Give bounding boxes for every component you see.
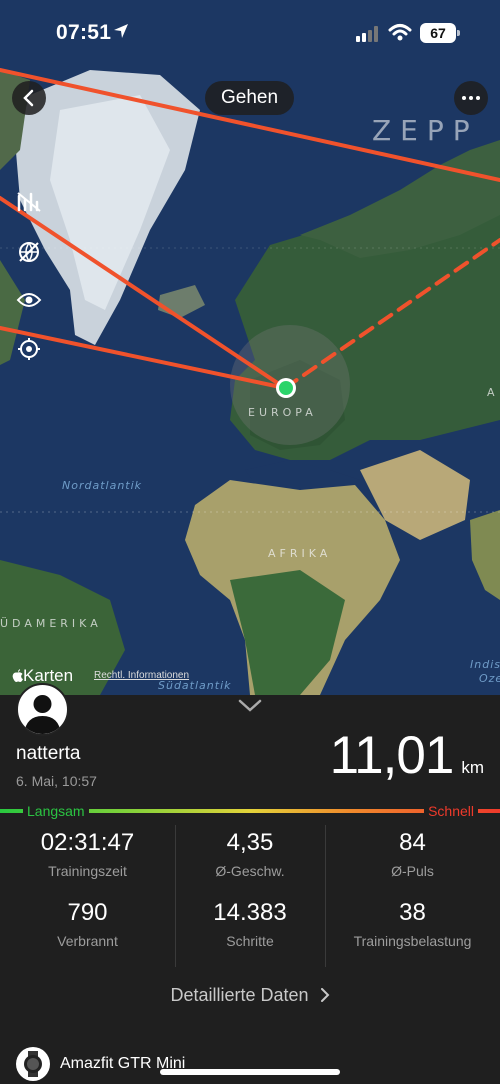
back-button[interactable] (12, 81, 46, 115)
watch-icon (16, 1047, 50, 1081)
locate-button[interactable] (14, 334, 44, 364)
map-label-asia: A (487, 386, 499, 399)
stat-training-load: 38 Trainingsbelastung (325, 895, 500, 965)
stat-label: Trainingszeit (48, 863, 127, 879)
stat-label: Trainingsbelastung (353, 933, 472, 949)
stat-value: 38 (399, 899, 426, 926)
stats-divider (175, 825, 176, 967)
eye-icon (16, 293, 42, 307)
more-options-button[interactable] (454, 81, 488, 115)
stat-value: 790 (67, 899, 108, 926)
stat-steps: 14.383 Schritte (175, 895, 325, 965)
stat-label: Verbrannt (57, 933, 118, 949)
stat-label: Ø-Geschw. (215, 863, 285, 879)
chevron-down-icon[interactable] (238, 699, 262, 713)
hide-map-icon (19, 242, 39, 262)
stat-value: 84 (399, 829, 426, 856)
device-row[interactable]: Amazfit GTR Mini (16, 1047, 185, 1081)
workout-date: 6. Mai, 10:57 (16, 773, 97, 789)
more-dots-icon (462, 96, 466, 100)
avatar[interactable] (16, 683, 69, 736)
locate-icon (18, 338, 40, 360)
maps-attribution-label: Karten (23, 666, 74, 685)
pace-fast-label: Schnell (424, 803, 478, 819)
map-label-africa: AFRIKA (268, 547, 332, 560)
distance-unit: km (461, 758, 484, 777)
status-time: 07:51 (56, 21, 112, 44)
sea-label-indian-ocean-2: Oze (479, 672, 500, 685)
battery-indicator: 67 (420, 23, 460, 43)
stats-grid: 02:31:47 Trainingszeit 4,35 Ø-Geschw. 84… (0, 825, 500, 967)
home-indicator[interactable] (160, 1069, 340, 1075)
username: natterta (16, 743, 81, 764)
stat-value: 4,35 (226, 829, 274, 856)
sea-label-north-atlantic: Nordatlantik (62, 479, 143, 492)
distance-value: 11,01 (329, 726, 455, 785)
stat-calories: 790 Verbrannt (0, 895, 175, 965)
stats-divider (325, 825, 326, 967)
stat-avg-heart-rate: 84 Ø-Puls (325, 825, 500, 895)
view-toggle[interactable] (14, 285, 44, 315)
detailed-data-label: Detaillierte Daten (170, 985, 309, 1005)
location-arrow-icon (114, 24, 128, 38)
hide-map-toggle[interactable] (14, 237, 44, 267)
signal-icon (356, 26, 378, 42)
wifi-icon (388, 24, 412, 41)
distance-display: 11,01 km (330, 725, 484, 786)
stat-label: Schritte (226, 933, 274, 949)
zepp-logo: ZEPP (372, 114, 479, 147)
user-silhouette-icon (24, 695, 61, 734)
chevron-left-icon (23, 89, 34, 107)
stat-training-time: 02:31:47 Trainingszeit (0, 825, 175, 895)
map-label-europe: EUROPA (248, 406, 317, 419)
pace-lines-icon (17, 192, 41, 212)
stat-value: 02:31:47 (40, 829, 135, 856)
stat-label: Ø-Puls (391, 863, 434, 879)
sea-label-indian-ocean: Indis (470, 658, 500, 671)
detailed-data-link[interactable]: Detaillierte Daten (0, 985, 500, 1006)
map-label-south-america: ÜDAMERIKA (0, 617, 102, 630)
apple-logo-icon (12, 669, 23, 682)
chevron-right-icon (320, 988, 329, 1002)
activity-type-label: Gehen (205, 81, 295, 115)
pace-slow-label: Langsam (23, 803, 89, 819)
workout-summary-sheet: natterta 6. Mai, 10:57 11,01 km Langsam … (0, 683, 500, 1084)
status-bar: 07:51 67 (0, 0, 500, 66)
legal-info-link[interactable]: Rechtl. Informationen (94, 670, 189, 681)
pace-lines-toggle[interactable] (14, 187, 44, 217)
stat-value: 14.383 (213, 899, 287, 926)
route-map[interactable]: 07:51 67 Gehen ZEPP EUROPA AFRIKA ÜDAMER… (0, 0, 500, 695)
stat-avg-speed: 4,35 Ø-Geschw. (175, 825, 325, 895)
